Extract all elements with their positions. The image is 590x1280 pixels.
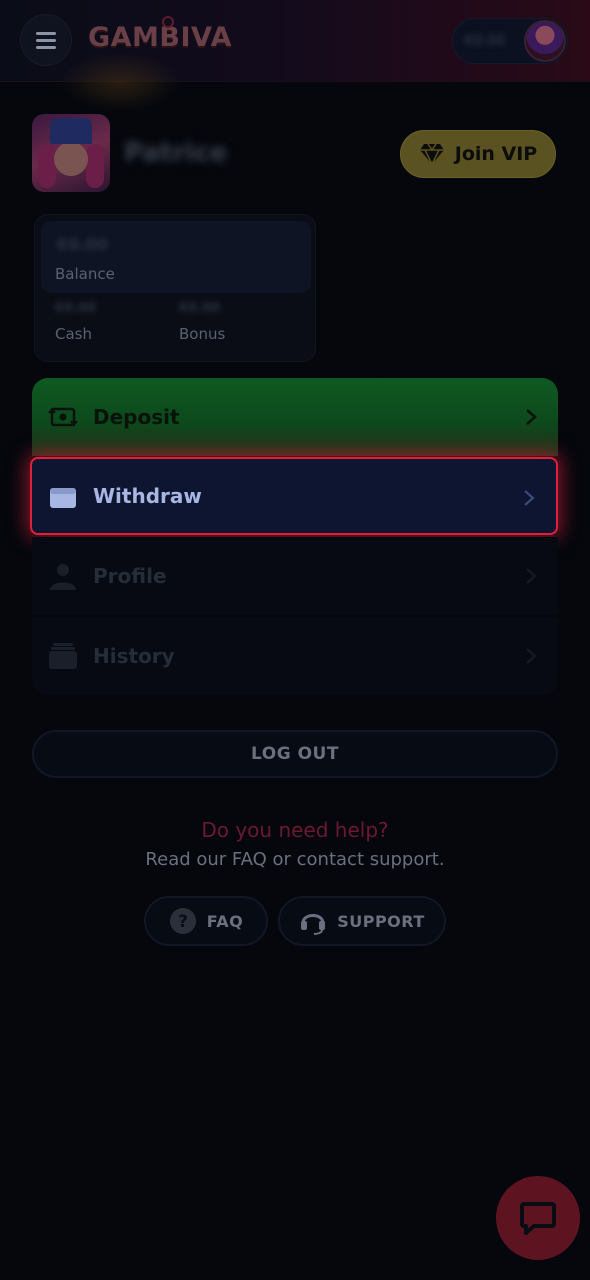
menu-item-label: Profile	[93, 564, 167, 588]
header-balance-amount: €0.00	[465, 33, 506, 49]
decorative-glow	[60, 52, 180, 112]
balance-value: €0.00	[57, 235, 108, 254]
menu-item-deposit[interactable]: Deposit	[32, 378, 558, 456]
chevron-right-icon	[524, 490, 535, 506]
question-circle-icon: ?	[169, 908, 196, 934]
avatar-face	[54, 142, 88, 176]
help-title: Do you need help?	[201, 818, 389, 842]
menu-item-profile[interactable]: Profile	[32, 537, 558, 615]
menu-item-history[interactable]: History	[32, 617, 558, 695]
hamburger-line	[36, 31, 56, 35]
logout-label: LOG OUT	[251, 744, 339, 764]
support-label: SUPPORT	[337, 911, 425, 931]
join-vip-label: Join VIP	[454, 143, 538, 165]
brand-logo-text: GAMBIVA	[88, 22, 233, 53]
svg-text:?: ?	[178, 912, 188, 932]
hamburger-menu-button[interactable]	[20, 14, 72, 66]
brand-logo[interactable]: GAMBIVA	[88, 16, 233, 58]
cash-label: Cash	[55, 325, 92, 343]
chat-button[interactable]	[496, 1176, 580, 1260]
bonus-value: €0.00	[179, 301, 221, 316]
avatar-hair	[38, 144, 56, 188]
user-icon	[50, 564, 76, 590]
join-vip-button[interactable]: Join VIP	[400, 130, 556, 178]
balance-card: €0.00 Balance €0.00 Cash €0.00 Bonus	[34, 214, 316, 362]
header-avatar[interactable]	[524, 20, 566, 62]
account-menu: Deposit Withdraw Profile History	[30, 378, 558, 696]
chevron-right-icon	[526, 568, 537, 584]
chat-bubble-icon	[520, 1202, 556, 1235]
wallet-icon	[50, 488, 76, 508]
avatar-hat	[50, 118, 92, 144]
hamburger-line	[36, 45, 56, 49]
faq-label: FAQ	[206, 911, 244, 931]
help-subtitle: Read our FAQ or contact support.	[145, 849, 445, 870]
history-icon	[49, 643, 77, 669]
profile-username: Patrice	[124, 138, 228, 168]
balance-panel: €0.00 Balance	[41, 221, 311, 293]
cash-value: €0.00	[55, 301, 97, 316]
headset-icon	[301, 914, 326, 935]
balance-label: Balance	[55, 265, 115, 283]
top-bar: GAMBIVA €0.00	[0, 0, 590, 112]
avatar-hair	[86, 144, 104, 188]
hamburger-line	[36, 38, 56, 42]
profile-avatar	[32, 114, 110, 192]
faq-button[interactable]: ? FAQ	[144, 896, 268, 946]
chevron-right-icon	[526, 409, 537, 425]
menu-item-label: Withdraw	[93, 484, 202, 508]
logo-swirl-icon	[162, 16, 174, 28]
diamond-icon	[419, 143, 444, 165]
bonus-label: Bonus	[179, 325, 226, 343]
menu-item-withdraw[interactable]: Withdraw	[30, 457, 558, 535]
support-button[interactable]: SUPPORT	[278, 896, 446, 946]
logout-button[interactable]: LOG OUT	[32, 730, 558, 778]
money-transfer-icon	[48, 407, 78, 427]
menu-item-label: Deposit	[93, 405, 180, 429]
chevron-right-icon	[526, 648, 537, 664]
menu-item-label: History	[93, 644, 175, 668]
